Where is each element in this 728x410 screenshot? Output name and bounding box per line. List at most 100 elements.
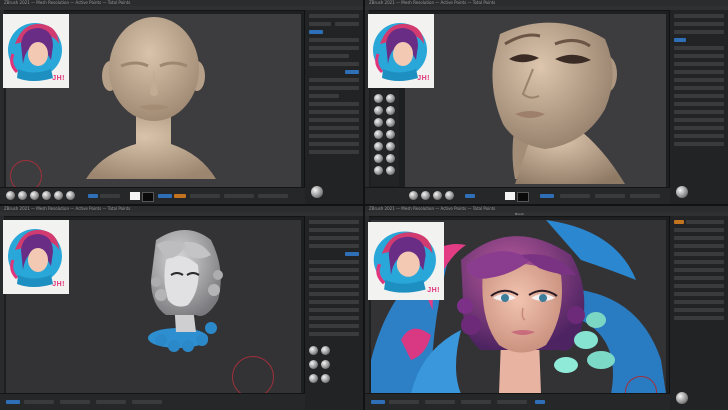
material-sphere-icon[interactable]: [676, 186, 688, 198]
sphere-brush-icon[interactable]: [42, 191, 51, 200]
panel-row[interactable]: [674, 292, 724, 296]
sphere-brush-icon[interactable]: [421, 191, 430, 200]
draw-toggle[interactable]: [465, 194, 475, 198]
panel-row[interactable]: [674, 308, 724, 312]
panel-row[interactable]: [674, 118, 724, 122]
panel-row[interactable]: [674, 228, 724, 232]
sphere-brush-icon[interactable]: [386, 166, 395, 175]
sphere-brush-icon[interactable]: [374, 142, 383, 151]
panel-toggle[interactable]: [345, 70, 359, 74]
sphere-brush-icon[interactable]: [386, 142, 395, 151]
shelf-toggle[interactable]: [6, 400, 20, 404]
panel-row[interactable]: [309, 292, 359, 296]
panel-toggle[interactable]: [674, 38, 686, 42]
shelf-slider[interactable]: [425, 400, 455, 404]
panel-row[interactable]: [309, 316, 359, 320]
panel-row[interactable]: [309, 260, 359, 264]
panel-row[interactable]: [674, 244, 724, 248]
panel-row[interactable]: [674, 236, 724, 240]
panel-row[interactable]: [674, 276, 724, 280]
right-panel[interactable]: [669, 216, 728, 410]
bottom-shelf[interactable]: [365, 393, 670, 410]
sphere-brush-icon[interactable]: [445, 191, 454, 200]
sphere-brush-icon[interactable]: [18, 191, 27, 200]
material-sphere-icon[interactable]: [309, 346, 318, 355]
panel-row[interactable]: [309, 332, 359, 336]
panel-row[interactable]: [674, 142, 724, 146]
shelf-slider[interactable]: [132, 400, 162, 404]
panel-row[interactable]: [309, 324, 359, 328]
panel-row[interactable]: [309, 150, 359, 154]
panel-row[interactable]: [674, 316, 724, 320]
shelf-toggle[interactable]: [540, 194, 554, 198]
panel-row[interactable]: [674, 94, 724, 98]
sphere-brush-icon[interactable]: [30, 191, 39, 200]
panel-row[interactable]: [674, 110, 724, 114]
material-sphere-icon[interactable]: [321, 374, 330, 383]
shelf-slider[interactable]: [258, 194, 288, 198]
panel-row[interactable]: [309, 14, 359, 18]
panel-row[interactable]: [309, 102, 359, 106]
bottom-shelf[interactable]: [0, 187, 305, 204]
sphere-brush-icon[interactable]: [374, 118, 383, 127]
sphere-brush-icon[interactable]: [54, 191, 63, 200]
shelf-slider[interactable]: [560, 194, 590, 198]
panel-row[interactable]: [309, 142, 359, 146]
panel-row[interactable]: [674, 78, 724, 82]
sphere-brush-icon[interactable]: [386, 154, 395, 163]
shelf-toggle[interactable]: [158, 194, 172, 198]
panel-row[interactable]: [674, 46, 724, 50]
sphere-brush-icon[interactable]: [374, 130, 383, 139]
bottom-shelf[interactable]: [365, 187, 670, 204]
shelf-toggle[interactable]: [371, 400, 385, 404]
viewport[interactable]: [405, 14, 666, 188]
material-sphere-icon[interactable]: [309, 360, 318, 369]
sphere-brush-icon[interactable]: [374, 106, 383, 115]
panel-row[interactable]: [309, 94, 339, 98]
sphere-brush-icon[interactable]: [386, 106, 395, 115]
panel-row[interactable]: [309, 118, 359, 122]
panel-row[interactable]: [309, 236, 359, 240]
material-sphere-icon[interactable]: [676, 392, 688, 404]
panel-toggle[interactable]: [674, 220, 684, 224]
sphere-brush-icon[interactable]: [409, 191, 418, 200]
shelf-slider[interactable]: [389, 400, 419, 404]
material-sphere-icon[interactable]: [321, 360, 330, 369]
panel-row[interactable]: [309, 46, 359, 50]
panel-row[interactable]: [309, 284, 359, 288]
color-swatch-white[interactable]: [505, 192, 515, 200]
panel-row[interactable]: [309, 300, 359, 304]
panel-row[interactable]: [674, 86, 724, 90]
gizmo-icon[interactable]: [232, 356, 274, 398]
panel-toggle[interactable]: [309, 30, 323, 34]
panel-row[interactable]: [309, 78, 359, 82]
panel-row[interactable]: [309, 244, 359, 248]
color-swatch-black[interactable]: [142, 192, 154, 202]
shelf-slider[interactable]: [100, 194, 120, 198]
sphere-brush-icon[interactable]: [374, 166, 383, 175]
panel-row[interactable]: [309, 38, 359, 42]
sphere-brush-icon[interactable]: [386, 118, 395, 127]
panel-row[interactable]: [674, 268, 724, 272]
shelf-slider[interactable]: [190, 194, 220, 198]
panel-row[interactable]: [674, 70, 724, 74]
panel-row[interactable]: [674, 30, 724, 34]
panel-row[interactable]: [309, 54, 349, 58]
panel-row[interactable]: [309, 268, 359, 272]
brush-palette[interactable]: [371, 90, 399, 186]
right-panel[interactable]: [304, 216, 363, 410]
shelf-slider[interactable]: [60, 400, 90, 404]
sphere-brush-icon[interactable]: [374, 154, 383, 163]
panel-row[interactable]: [309, 22, 331, 26]
panel-row[interactable]: [674, 54, 724, 58]
panel-row[interactable]: [674, 14, 724, 18]
shelf-slider[interactable]: [224, 194, 254, 198]
shelf-toggle[interactable]: [535, 400, 545, 404]
panel-row[interactable]: [674, 126, 724, 130]
panel-row[interactable]: [674, 62, 724, 66]
shelf-slider[interactable]: [96, 400, 126, 404]
color-swatch-black[interactable]: [517, 192, 529, 202]
material-sphere-icon[interactable]: [309, 374, 318, 383]
draw-toggle[interactable]: [88, 194, 98, 198]
panel-row[interactable]: [686, 220, 724, 224]
